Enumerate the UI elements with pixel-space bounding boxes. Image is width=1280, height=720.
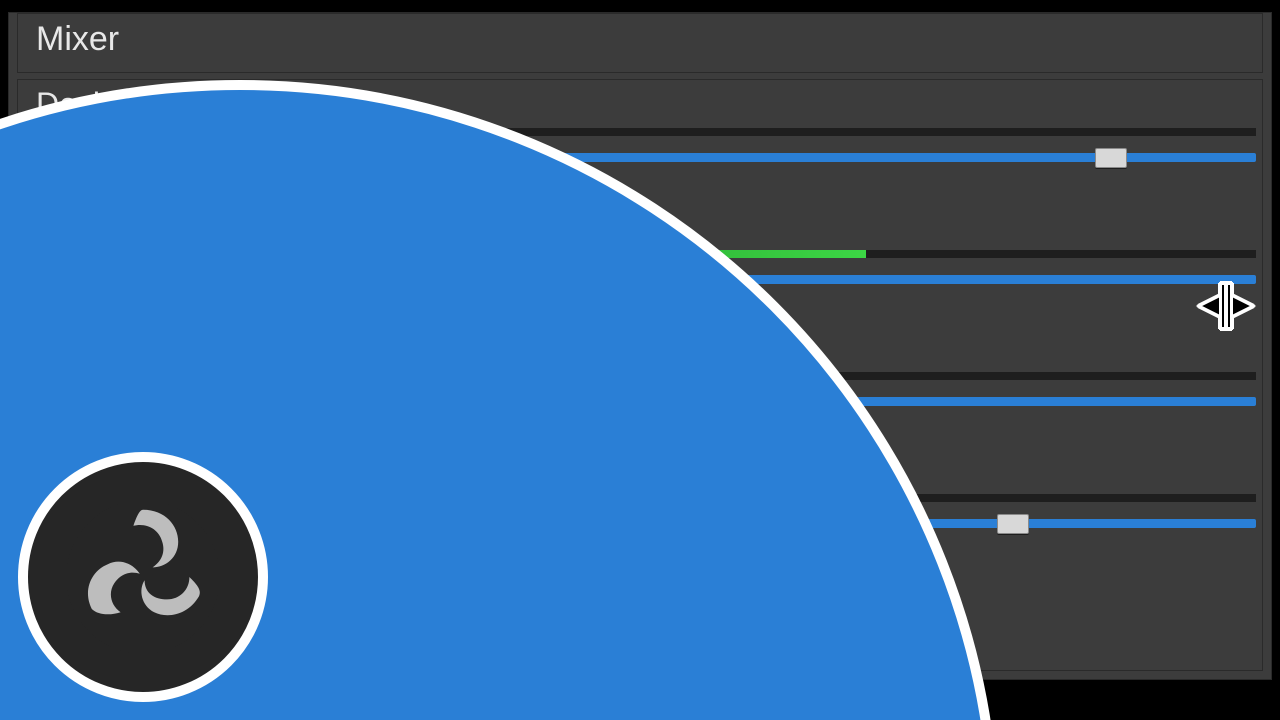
volume-slider-thumb[interactable] [1095, 148, 1127, 168]
obs-logo-icon [63, 497, 223, 657]
volume-slider-thumb[interactable] [997, 514, 1029, 534]
panel-title: Mixer [36, 20, 119, 59]
panel-title-bar: Mixer [17, 13, 1263, 73]
obs-logo [18, 452, 268, 702]
horizontal-resize-cursor-icon [1194, 278, 1258, 334]
